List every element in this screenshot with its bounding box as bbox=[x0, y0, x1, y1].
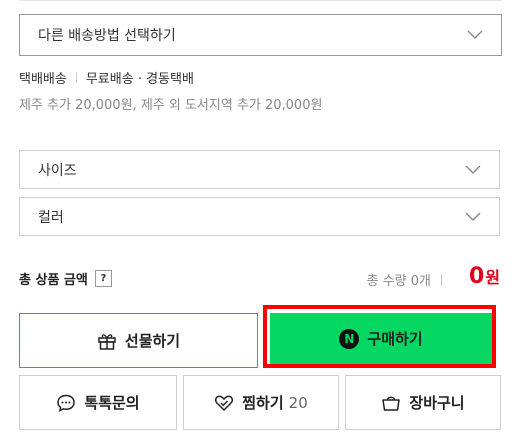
chat-bubble-icon bbox=[57, 394, 76, 412]
gift-button-label: 선물하기 bbox=[124, 332, 181, 350]
top-divider bbox=[19, 0, 502, 1]
buy-button[interactable]: N 구매하기 bbox=[270, 313, 492, 364]
size-select-label: 사이즈 bbox=[38, 162, 77, 179]
size-select[interactable]: 사이즈 bbox=[19, 150, 500, 189]
help-icon[interactable]: ? bbox=[94, 270, 112, 287]
cart-button[interactable]: 장바구니 bbox=[345, 375, 501, 430]
chevron-down-icon bbox=[465, 212, 481, 221]
color-select-label: 컬러 bbox=[38, 209, 64, 226]
talktalk-inquiry-button[interactable]: 톡톡문의 bbox=[19, 375, 177, 430]
chevron-down-icon bbox=[467, 30, 483, 39]
gift-button[interactable]: 선물하기 bbox=[19, 313, 258, 368]
shipping-fee: 무료배송 · 경동택배 bbox=[85, 72, 194, 87]
chevron-down-icon bbox=[465, 165, 481, 174]
gift-icon bbox=[98, 333, 116, 350]
delivery-method-select-label: 다른 배송방법 선택하기 bbox=[38, 28, 176, 44]
total-quantity: 총 수량 0개 bbox=[367, 270, 442, 289]
divider bbox=[441, 273, 442, 286]
divider bbox=[75, 72, 77, 83]
wishlist-button[interactable]: 찜하기 20 bbox=[183, 375, 339, 430]
total-quantity-text: 총 수량 0개 bbox=[366, 274, 431, 289]
heart-check-icon bbox=[215, 395, 234, 411]
shopping-bag-icon bbox=[382, 396, 401, 411]
shipping-info: 택배배송 무료배송 · 경동택배 bbox=[19, 68, 194, 87]
color-select[interactable]: 컬러 bbox=[19, 197, 500, 236]
talktalk-inquiry-label: 톡톡문의 bbox=[84, 394, 140, 412]
total-price-value: 0 bbox=[468, 264, 485, 289]
total-price-label: 총 상품 금액 ? bbox=[19, 269, 112, 288]
total-price-label-text: 총 상품 금액 bbox=[19, 273, 88, 288]
buy-button-label: 구매하기 bbox=[367, 330, 423, 348]
delivery-method-select[interactable]: 다른 배송방법 선택하기 bbox=[19, 14, 502, 56]
total-price-unit: 원 bbox=[485, 268, 500, 287]
cart-label: 장바구니 bbox=[409, 394, 465, 412]
shipping-extra-fee: 제주 추가 20,000원, 제주 외 도서지역 추가 20,000원 bbox=[19, 98, 323, 113]
total-price: 0 원 bbox=[469, 264, 500, 289]
wishlist-count: 20 bbox=[288, 393, 308, 412]
wishlist-label: 찜하기 bbox=[242, 394, 284, 412]
shipping-method: 택배배송 bbox=[19, 72, 67, 87]
naver-pay-icon: N bbox=[339, 328, 360, 349]
